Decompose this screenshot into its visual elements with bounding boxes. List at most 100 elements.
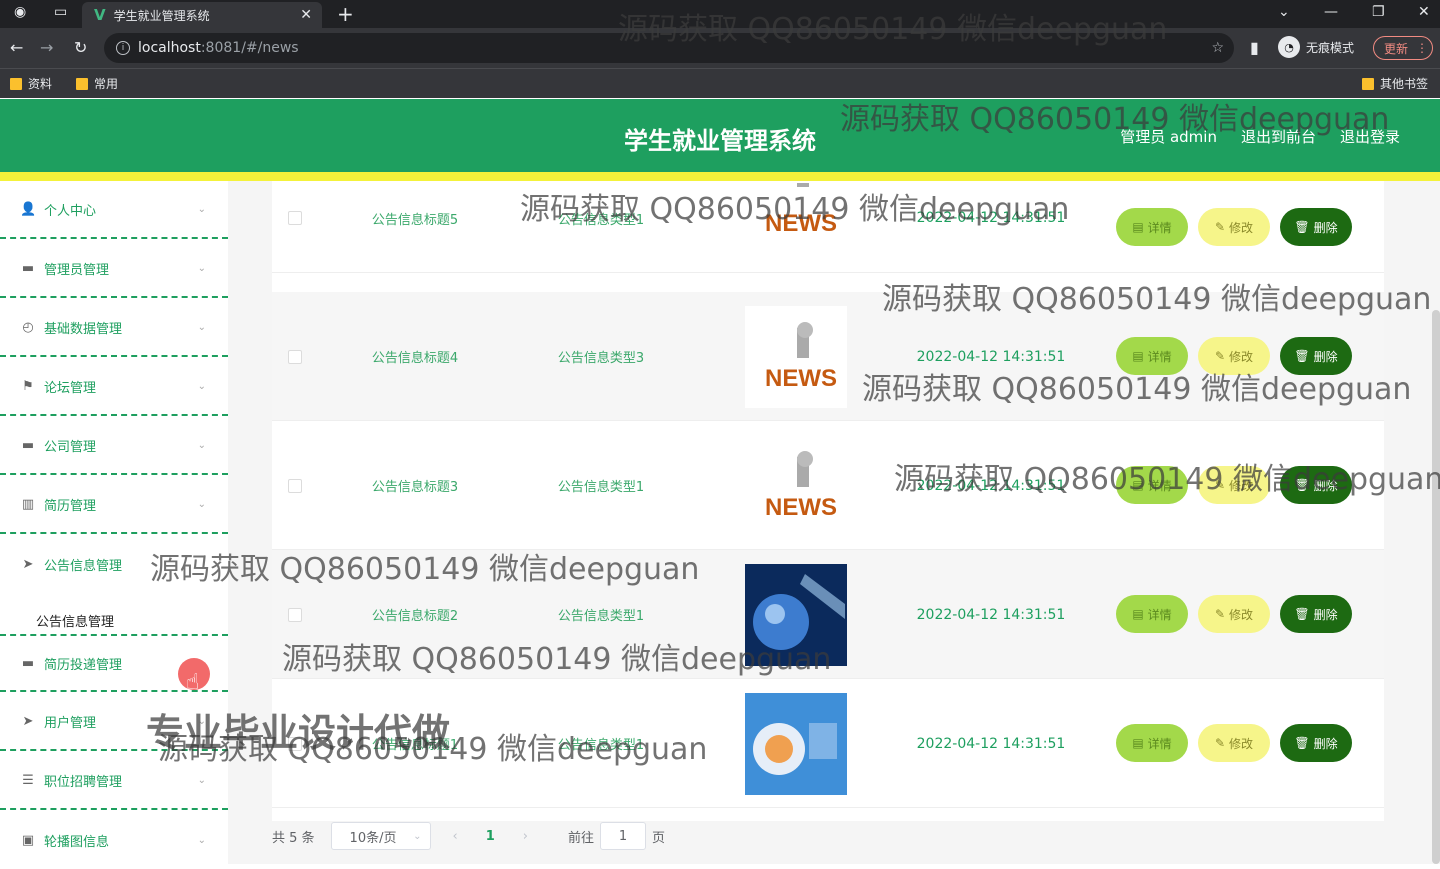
document-icon: ▤ [1132,607,1144,621]
document-icon: ▤ [1132,478,1144,492]
next-page-icon[interactable]: › [523,829,528,844]
tab-list-icon[interactable]: ⌄ [1278,4,1290,20]
notice-title: 公告信息标题2 [371,609,459,624]
new-tab-icon[interactable]: + [337,2,354,26]
user-icon: 👤 [20,201,37,217]
detail-button[interactable]: ▤ 详情 [1116,724,1188,762]
send-icon: ➤ [22,713,34,729]
delete-button[interactable]: 🗑 删除 [1280,208,1352,246]
row-checkbox[interactable] [288,478,302,493]
row-checkbox[interactable] [288,211,302,225]
bookmark-star-icon[interactable]: ☆ [1211,40,1224,56]
other-bookmarks[interactable]: 其他书签 [1362,75,1428,92]
delete-label: 删除 [1313,349,1338,364]
bookmark-folder[interactable]: 资料 [10,75,52,92]
row-checkbox[interactable] [288,349,302,364]
sidebar-item-label: 用户管理 [44,715,97,731]
chevron-down-icon: ⌄ [197,380,206,392]
side-panel-icon[interactable]: ▮ [1250,38,1259,57]
bookmark-label: 常用 [94,77,119,91]
delete-label: 删除 [1313,607,1338,622]
globe-image [745,692,847,795]
sidebar-item-notice[interactable]: ➤ 公告信息管理 [0,535,228,593]
delete-button[interactable]: 🗑 删除 [1280,595,1352,633]
edit-button[interactable]: ✎ 修改 [1198,466,1270,504]
page-scrollbar[interactable] [1432,310,1440,864]
app-header: 学生就业管理系统 管理员 admin 退出到前台 退出登录 [0,99,1440,172]
trash-icon: 🗑 [1294,220,1310,234]
edit-label: 修改 [1229,220,1254,235]
browser-menu-icon[interactable]: ◉ [14,4,26,20]
sidebar-item-resume[interactable]: ▥ 简历管理 ⌄ [0,476,228,534]
logout-link[interactable]: 退出登录 [1340,126,1400,147]
chevron-down-icon: ⌄ [197,439,206,451]
notice-time: 2022-04-12 14:31:51 [916,606,1066,623]
chevron-down-icon: ⌄ [197,203,206,215]
sidebar-item-forum[interactable]: ⚑ 论坛管理 ⌄ [0,358,228,416]
browser-tab[interactable]: V 学生就业管理系统 ✕ [82,2,322,28]
edit-button[interactable]: ✎ 修改 [1198,208,1270,246]
sidebar-item-personal-center[interactable]: 👤 个人中心 ⌄ [0,181,228,239]
delete-button[interactable]: 🗑 删除 [1280,724,1352,762]
current-page[interactable]: 1 [486,829,495,844]
sidebar-item-company[interactable]: ▬ 公司管理 ⌄ [0,417,228,475]
prev-page-icon[interactable]: ‹ [453,829,458,844]
sidebar-item-label: 个人中心 [44,203,97,219]
more-icon: ⋮ [1416,41,1429,55]
detail-button[interactable]: ▤ 详情 [1116,337,1188,375]
submenu-item-notice-management[interactable]: 公告信息管理 [0,606,228,634]
edit-label: 修改 [1229,607,1254,622]
tab-title: 学生就业管理系统 [113,8,210,23]
notice-type: 公告信息类型1 [557,738,645,753]
bookmark-folder[interactable]: 常用 [76,75,118,92]
edit-button[interactable]: ✎ 修改 [1198,337,1270,375]
row-checkbox[interactable] [288,607,302,622]
chat-icon: ▣ [21,832,35,848]
url-bar[interactable]: i localhost :8081/#/news ☆ [104,33,1234,63]
edit-button[interactable]: ✎ 修改 [1198,595,1270,633]
site-info-icon[interactable]: i [116,41,130,55]
notice-time: 2022-04-12 14:31:51 [916,210,1066,226]
pencil-icon: ✎ [1214,736,1226,750]
chevron-down-icon: ⌄ [197,774,206,786]
maximize-icon[interactable]: ❐ [1372,4,1385,20]
page-size-select[interactable]: 10条/页 ⌄ [330,822,431,850]
table-row: 公告信息标题3 公告信息类型1 NEWS 2022-04-12 14:31:51… [272,421,1384,550]
sidebar-item-base-data[interactable]: ◴ 基础数据管理 ⌄ [0,299,228,357]
sidebar-item-jobs[interactable]: ☰ 职位招聘管理 ⌄ [0,752,228,810]
delete-button[interactable]: 🗑 删除 [1280,337,1352,375]
delete-label: 删除 [1313,478,1338,493]
url-host: localhost [138,40,201,56]
tab-search-icon[interactable]: ▭ [54,4,67,20]
edit-button[interactable]: ✎ 修改 [1198,724,1270,762]
detail-label: 详情 [1147,478,1172,493]
delete-button[interactable]: 🗑 删除 [1280,466,1352,504]
news-image: NEWS [745,434,847,537]
sidebar-item-label: 简历投递管理 [44,657,123,673]
goto-page-input[interactable]: 1 [600,822,647,850]
close-window-icon[interactable]: ✕ [1418,4,1430,20]
url-path: :8081/#/news [200,40,299,56]
exit-to-front-link[interactable]: 退出到前台 [1241,126,1316,147]
send-icon: ➤ [22,556,34,572]
chevron-down-icon: ⌄ [197,262,206,274]
sidebar-item-admin[interactable]: ▬ 管理员管理 ⌄ [0,240,228,298]
incognito-indicator[interactable]: ◔ 无痕模式 [1278,36,1354,58]
notice-type: 公告信息类型3 [557,351,645,366]
detail-button[interactable]: ▤ 详情 [1116,208,1188,246]
minimize-icon[interactable]: — [1324,4,1338,20]
other-bookmarks-label: 其他书签 [1380,77,1429,91]
detail-button[interactable]: ▤ 详情 [1116,466,1188,504]
forward-icon[interactable]: → [40,38,53,57]
back-icon[interactable]: ← [10,38,23,57]
delete-label: 删除 [1313,736,1338,751]
monitor-icon: ▬ [21,260,35,276]
update-button[interactable]: 更新 ⋮ [1373,36,1433,60]
detail-button[interactable]: ▤ 详情 [1116,595,1188,633]
reload-icon[interactable]: ↻ [74,38,87,57]
sidebar-item-carousel[interactable]: ▣ 轮播图信息 ⌄ [0,811,228,869]
svg-text:NEWS: NEWS [765,365,837,392]
table-row: 公告信息标题5 公告信息类型1 NEWS 2022-04-12 14:31:51… [272,163,1384,273]
tab-close-icon[interactable]: ✕ [300,7,312,23]
news-image: NEWS [745,305,847,408]
